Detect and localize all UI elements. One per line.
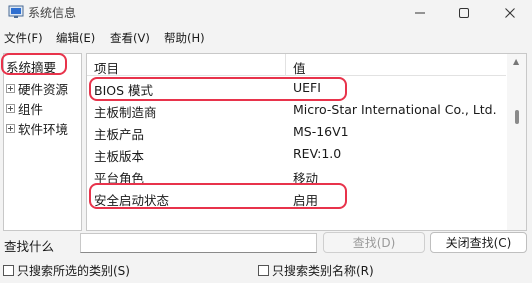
menu-bar: 文件(F) 编辑(E) 查看(V) 帮助(H)	[0, 27, 532, 47]
row-value: Micro-Star International Co., Ltd.	[293, 102, 497, 117]
menu-help[interactable]: 帮助(H)	[164, 30, 205, 46]
vertical-scrollbar[interactable]: ▲	[507, 54, 526, 230]
menu-file[interactable]: 文件(F)	[4, 30, 43, 46]
search-selected-category-option[interactable]: 只搜索所选的类别(S)	[3, 262, 130, 279]
search-selected-category-checkbox[interactable]	[3, 265, 14, 276]
scroll-up-icon[interactable]: ▲	[513, 57, 519, 66]
minimize-icon	[415, 12, 425, 14]
find-what-input[interactable]	[80, 233, 317, 253]
row-item: 平台角色	[94, 171, 145, 186]
system-info-app-icon	[8, 5, 24, 18]
search-category-names-checkbox[interactable]	[258, 265, 269, 276]
column-header-value[interactable]: 值	[286, 54, 506, 76]
search-category-names-label: 只搜索类别名称(R)	[272, 264, 374, 278]
row-item: BIOS 模式	[94, 83, 154, 98]
minimize-button[interactable]	[398, 0, 442, 26]
search-selected-category-label: 只搜索所选的类别(S)	[17, 264, 130, 278]
details-table: 项目 值 BIOS 模式 UEFI 主板制造商 Micro-Star Inter…	[86, 53, 527, 231]
table-row[interactable]: BIOS 模式 UEFI	[87, 76, 507, 98]
row-value: 启用	[293, 193, 319, 208]
title-bar: 系统信息	[0, 0, 532, 26]
expand-plus-icon[interactable]	[6, 124, 15, 133]
tree-item-components[interactable]: 组件	[6, 99, 43, 118]
close-icon	[505, 8, 515, 18]
column-header-item[interactable]: 项目	[87, 54, 286, 76]
find-button[interactable]: 查找(D)	[323, 232, 425, 253]
row-item: 主板版本	[94, 149, 145, 164]
close-find-button[interactable]: 关闭查找(C)	[430, 232, 527, 253]
find-what-label: 查找什么	[4, 239, 55, 254]
table-row[interactable]: 主板产品 MS-16V1	[87, 120, 507, 142]
expand-plus-icon[interactable]	[6, 84, 15, 93]
row-value: 移动	[293, 171, 319, 186]
row-value: UEFI	[293, 80, 321, 95]
tree-item-hardware-resources[interactable]: 硬件资源	[6, 79, 68, 98]
category-tree[interactable]: 系统摘要 硬件资源 组件 软件环境	[3, 53, 82, 231]
table-row[interactable]: 平台角色 移动	[87, 164, 507, 186]
tree-item-system-summary[interactable]: 系统摘要	[6, 57, 56, 76]
close-window-button[interactable]	[488, 0, 532, 26]
menu-view[interactable]: 查看(V)	[110, 30, 150, 46]
row-item: 安全启动状态	[94, 193, 170, 208]
row-value: REV:1.0	[293, 146, 342, 161]
maximize-icon	[459, 8, 469, 18]
tree-item-software-environment[interactable]: 软件环境	[6, 119, 68, 138]
search-category-names-option[interactable]: 只搜索类别名称(R)	[258, 262, 374, 279]
tree-item-label: 硬件资源	[18, 82, 69, 97]
row-item: 主板制造商	[94, 105, 157, 120]
tree-item-label: 软件环境	[18, 122, 69, 137]
maximize-button[interactable]	[442, 0, 486, 26]
expand-plus-icon[interactable]	[6, 104, 15, 113]
tree-item-label: 组件	[18, 102, 44, 117]
table-row[interactable]: 主板制造商 Micro-Star International Co., Ltd.	[87, 98, 507, 120]
row-value: MS-16V1	[293, 124, 349, 139]
menu-edit[interactable]: 编辑(E)	[56, 30, 95, 46]
scroll-thumb[interactable]	[515, 110, 519, 124]
table-row[interactable]: 主板版本 REV:1.0	[87, 142, 507, 164]
row-item: 主板产品	[94, 127, 145, 142]
table-row[interactable]: 安全启动状态 启用	[87, 186, 507, 208]
window-title: 系统信息	[28, 6, 77, 20]
